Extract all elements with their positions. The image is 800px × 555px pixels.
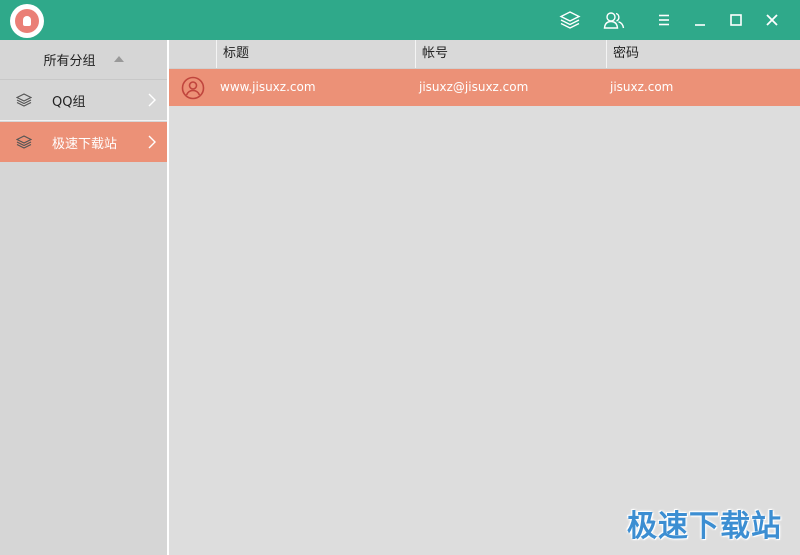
column-header-avatar xyxy=(169,40,216,68)
group-sidebar: 所有分组 QQ组 极速下载站 xyxy=(0,40,169,555)
sidebar-item-label: QQ组 xyxy=(52,94,86,110)
caret-up-icon[interactable] xyxy=(113,56,124,62)
layers-icon xyxy=(15,134,33,154)
users-icon[interactable] xyxy=(600,6,628,34)
chevron-right-icon xyxy=(147,134,157,154)
close-icon[interactable] xyxy=(758,6,786,34)
sidebar-item-jisuxz[interactable]: 极速下载站 xyxy=(0,122,167,162)
title-bar xyxy=(0,0,800,40)
maximize-icon[interactable] xyxy=(722,6,750,34)
table-header: 标题 帐号 密码 xyxy=(169,40,800,69)
column-header-title[interactable]: 标题 xyxy=(216,40,415,68)
entries-table: 标题 帐号 密码 www.jisuxz.com jisuxz@jisuxz.co… xyxy=(169,40,800,555)
layers-icon xyxy=(15,92,33,112)
chevron-right-icon xyxy=(147,92,157,112)
column-header-account[interactable]: 帐号 xyxy=(415,40,606,68)
cell-password: jisuxz.com xyxy=(610,80,674,94)
groups-icon[interactable] xyxy=(556,6,584,34)
cell-account: jisuxz@jisuxz.com xyxy=(419,80,529,94)
minimize-icon[interactable] xyxy=(686,6,714,34)
app-logo xyxy=(10,4,44,38)
all-groups-header[interactable]: 所有分组 xyxy=(0,40,167,78)
user-avatar-icon xyxy=(181,76,205,103)
cell-title: www.jisuxz.com xyxy=(220,80,316,94)
sidebar-item-qq[interactable]: QQ组 xyxy=(0,79,167,121)
watermark-text: 极速下载站 xyxy=(627,509,782,544)
all-groups-label: 所有分组 xyxy=(43,53,96,69)
column-header-password[interactable]: 密码 xyxy=(606,40,800,68)
menu-icon[interactable] xyxy=(650,6,678,34)
table-row[interactable]: www.jisuxz.com jisuxz@jisuxz.com jisuxz.… xyxy=(169,69,800,106)
sidebar-item-label: 极速下载站 xyxy=(52,136,118,152)
